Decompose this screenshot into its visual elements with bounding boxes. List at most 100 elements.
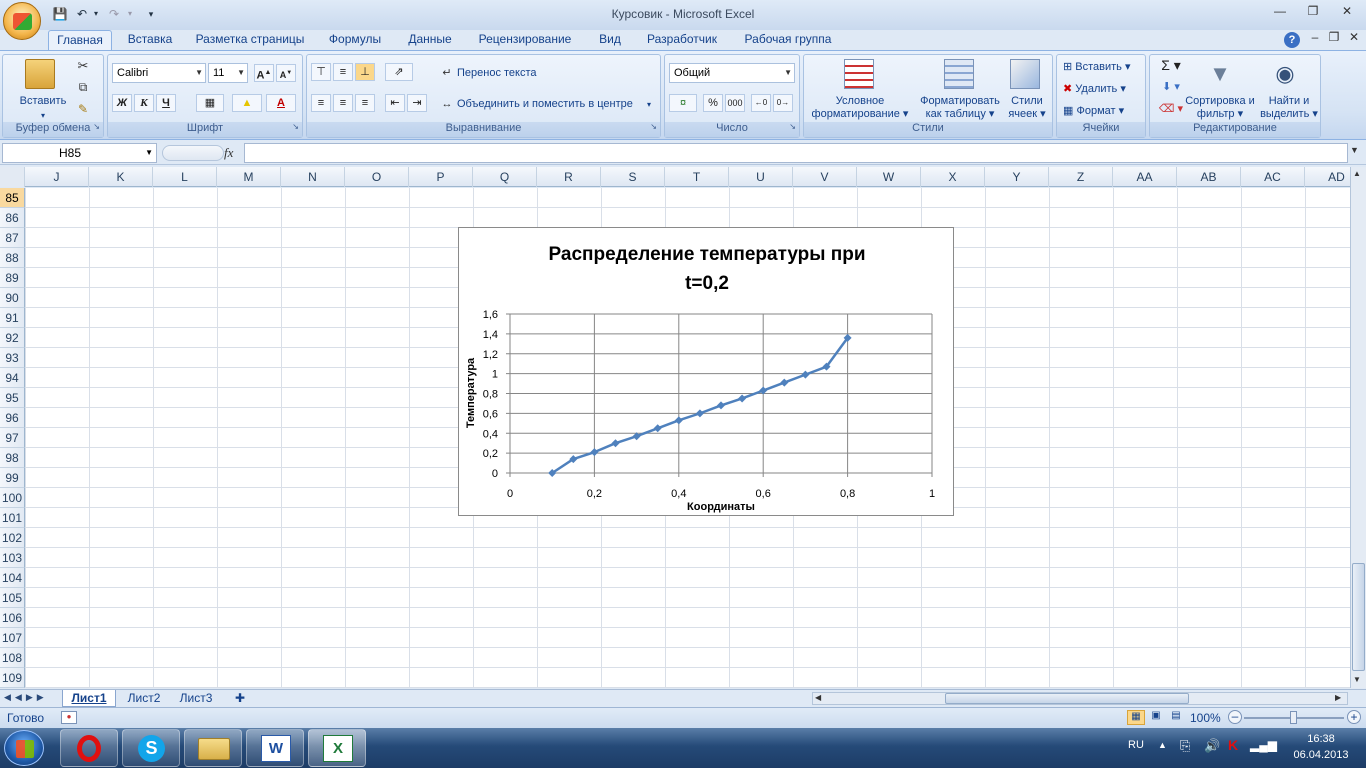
format-table-button[interactable]: Форматировать как таблицу ▾ xyxy=(914,95,1006,121)
formula-bar-handle[interactable] xyxy=(162,145,224,161)
column-header[interactable]: X xyxy=(921,167,985,187)
page-break-view-icon[interactable]: ▤ xyxy=(1167,710,1185,725)
font-color-icon[interactable]: A xyxy=(266,94,296,112)
clipboard-launcher-icon[interactable]: ↘ xyxy=(93,122,100,131)
tab-formulas[interactable]: Формулы xyxy=(320,30,390,50)
row-header[interactable]: 98 xyxy=(0,448,25,468)
row-header[interactable]: 101 xyxy=(0,508,25,528)
horizontal-scrollbar[interactable]: ◀ ▶ xyxy=(812,692,1348,705)
align-bottom-icon[interactable]: ⊥ xyxy=(355,63,375,81)
scroll-down-icon[interactable]: ▼ xyxy=(1353,675,1364,684)
conditional-format-button[interactable]: Условное форматирование ▾ xyxy=(804,95,916,121)
column-header[interactable]: AC xyxy=(1241,167,1305,187)
row-header[interactable]: 104 xyxy=(0,568,25,588)
row-header[interactable]: 91 xyxy=(0,308,25,328)
row-header[interactable]: 90 xyxy=(0,288,25,308)
row-header[interactable]: 93 xyxy=(0,348,25,368)
column-header[interactable]: U xyxy=(729,167,793,187)
taskbar-opera[interactable] xyxy=(60,729,118,767)
antivirus-icon[interactable]: K xyxy=(1228,737,1238,753)
currency-format-icon[interactable]: ¤ xyxy=(669,94,697,112)
column-header[interactable]: Q xyxy=(473,167,537,187)
align-left-icon[interactable]: ≡ xyxy=(311,94,331,112)
page-layout-view-icon[interactable]: ▣ xyxy=(1147,710,1165,725)
increase-decimal-icon[interactable]: ←0 xyxy=(751,94,771,112)
format-painter-icon[interactable]: ✎ xyxy=(75,103,91,116)
macro-record-icon[interactable]: ● xyxy=(61,711,77,724)
column-header[interactable]: AA xyxy=(1113,167,1177,187)
signal-icon[interactable]: ▂▄▆ xyxy=(1250,738,1277,752)
cell-styles-button[interactable]: Стили ячеек ▾ xyxy=(1004,95,1050,121)
shrink-font-icon[interactable]: A▼ xyxy=(276,64,296,82)
increase-indent-icon[interactable]: ⇥ xyxy=(407,94,427,112)
row-header[interactable]: 103 xyxy=(0,548,25,568)
row-header[interactable]: 107 xyxy=(0,628,25,648)
close-icon[interactable]: ✕ xyxy=(1337,4,1357,20)
autosum-icon[interactable]: Σ ▾ xyxy=(1156,58,1186,72)
row-header[interactable]: 105 xyxy=(0,588,25,608)
redo-dropdown-icon[interactable]: ▾ xyxy=(124,5,136,23)
help-icon[interactable]: ? xyxy=(1284,32,1300,48)
merge-center-button[interactable]: Объединить и поместить в центре xyxy=(457,98,633,111)
undo-icon[interactable]: ↶ xyxy=(72,5,92,23)
row-header[interactable]: 92 xyxy=(0,328,25,348)
vertical-scroll-thumb[interactable] xyxy=(1352,563,1365,671)
name-box[interactable]: H85 ▼ xyxy=(2,143,157,163)
sheet-nav-icon[interactable]: ◀◀▶▶ xyxy=(4,692,48,703)
underline-button[interactable]: Ч xyxy=(156,94,176,112)
font-name-combo[interactable]: Calibri ▼ xyxy=(112,63,206,83)
number-launcher-icon[interactable]: ↘ xyxy=(789,122,796,131)
chart-object[interactable]: Распределение температуры при t=0,2 Коор… xyxy=(458,227,954,516)
column-header[interactable]: L xyxy=(153,167,217,187)
horizontal-scroll-thumb[interactable] xyxy=(945,693,1189,704)
taskbar-word[interactable]: W xyxy=(246,729,304,767)
tab-developer[interactable]: Разработчик xyxy=(640,30,724,50)
thousands-button[interactable]: 000 xyxy=(725,94,745,112)
column-header[interactable]: P xyxy=(409,167,473,187)
zoom-slider-thumb[interactable] xyxy=(1290,711,1297,724)
ribbon-minimize-icon[interactable]: – xyxy=(1305,30,1325,46)
font-launcher-icon[interactable]: ↘ xyxy=(292,122,299,131)
tab-home[interactable]: Главная xyxy=(48,30,112,50)
start-button[interactable] xyxy=(4,730,44,766)
language-indicator[interactable]: RU xyxy=(1128,739,1144,751)
column-header[interactable]: K xyxy=(89,167,153,187)
sheet-tab-3[interactable]: Лист3 xyxy=(172,690,220,707)
zoom-out-icon[interactable]: – xyxy=(1228,710,1242,724)
tab-data[interactable]: Данные xyxy=(400,30,460,50)
column-header[interactable]: N xyxy=(281,167,345,187)
format-cells-button[interactable]: ▦ Формат ▾ xyxy=(1063,105,1124,118)
delete-cells-button[interactable]: ✖ Удалить ▾ xyxy=(1063,83,1126,96)
align-right-icon[interactable]: ≡ xyxy=(355,94,375,112)
column-header[interactable]: Y xyxy=(985,167,1049,187)
cut-icon[interactable]: ✂ xyxy=(75,59,91,72)
redo-icon[interactable]: ↷ xyxy=(104,5,124,23)
row-header[interactable]: 109 xyxy=(0,668,25,688)
taskbar-excel[interactable]: X xyxy=(308,729,366,767)
column-header[interactable]: W xyxy=(857,167,921,187)
sort-filter-button[interactable]: Сортировка и фильтр ▾ xyxy=(1182,95,1258,121)
insert-function-icon[interactable]: fx xyxy=(224,145,242,161)
column-header[interactable]: J xyxy=(25,167,89,187)
column-header[interactable]: S xyxy=(601,167,665,187)
font-size-combo[interactable]: 11 ▼ xyxy=(208,63,248,83)
clock-time[interactable]: 16:38 xyxy=(1296,733,1346,745)
wrap-text-button[interactable]: Перенос текста xyxy=(457,67,537,80)
tab-insert[interactable]: Вставка xyxy=(120,30,180,50)
paste-dropdown-icon[interactable]: ▾ xyxy=(33,109,53,122)
scroll-left-icon[interactable]: ◀ xyxy=(815,693,821,702)
row-header[interactable]: 99 xyxy=(0,468,25,488)
network-device-icon[interactable]: ⎘ xyxy=(1180,738,1190,754)
tray-expand-icon[interactable]: ▲ xyxy=(1158,740,1167,750)
tab-page-layout[interactable]: Разметка страницы xyxy=(190,30,310,50)
sheet-tab-1[interactable]: Лист1 xyxy=(62,690,116,707)
column-header[interactable]: V xyxy=(793,167,857,187)
taskbar-explorer[interactable] xyxy=(184,729,242,767)
column-header[interactable]: O xyxy=(345,167,409,187)
minimize-icon[interactable]: — xyxy=(1270,4,1290,20)
row-header[interactable]: 97 xyxy=(0,428,25,448)
normal-view-icon[interactable]: ▦ xyxy=(1127,710,1145,725)
find-select-button[interactable]: Найти и выделить ▾ xyxy=(1258,95,1320,121)
bold-button[interactable]: Ж xyxy=(112,94,132,112)
row-header[interactable]: 102 xyxy=(0,528,25,548)
